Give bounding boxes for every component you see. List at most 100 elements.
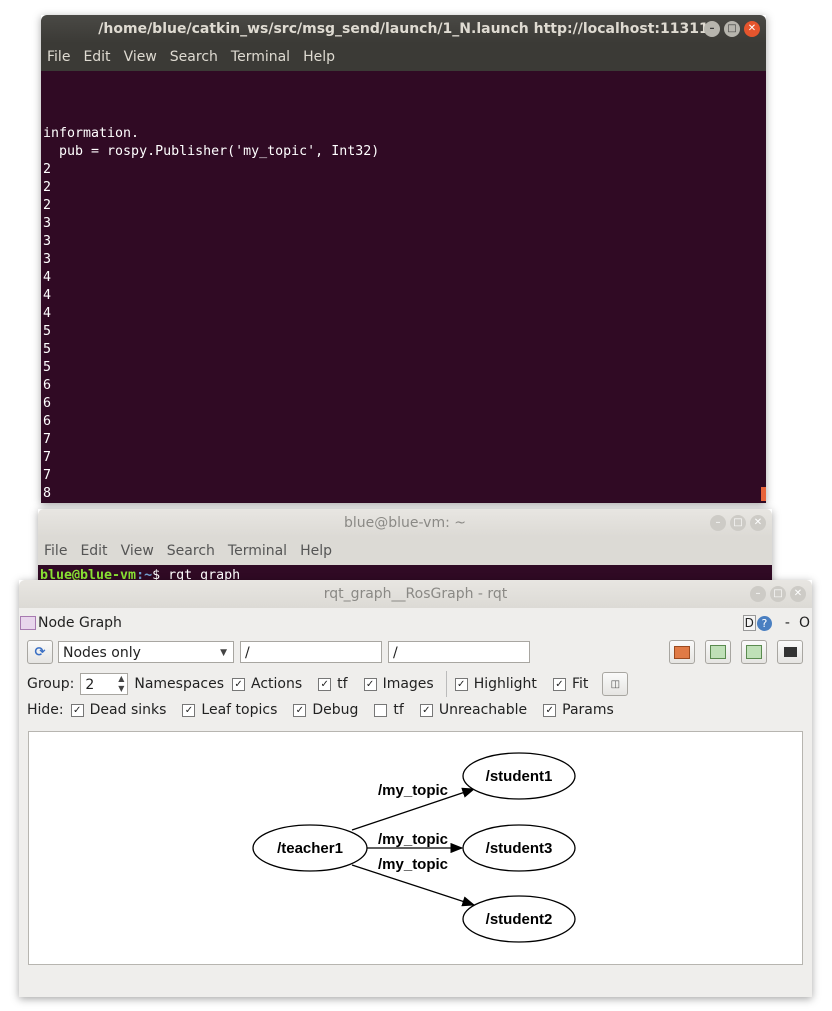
fit-view-button[interactable]: ◫ (602, 672, 629, 696)
terminal2-titlebar[interactable]: blue@blue-vm: ~ – □ ✕ (38, 509, 772, 537)
ros-graph: /my_topic /my_topic /my_topic /teacher1 … (252, 752, 576, 943)
tf-checkbox[interactable]: ✓ (318, 677, 332, 691)
debug-label: Debug (312, 702, 359, 718)
menu-terminal[interactable]: Terminal (228, 543, 287, 559)
namespaces-label: Namespaces (134, 676, 225, 692)
close-plugin-button[interactable]: O (799, 615, 810, 631)
terminal-line: pub = rospy.Publisher('my_topic', Int32) (43, 144, 380, 159)
menu-help[interactable]: Help (300, 543, 332, 559)
save-icon (710, 645, 726, 659)
graph-canvas[interactable]: /my_topic /my_topic /my_topic /teacher1 … (28, 731, 803, 965)
images-checkbox[interactable]: ✓ (363, 677, 377, 691)
node-filter-input[interactable]: / (240, 641, 382, 663)
leaf-topics-checkbox[interactable]: ✓ (182, 703, 196, 717)
close-icon[interactable]: ✕ (790, 586, 806, 602)
menu-view[interactable]: View (121, 543, 154, 559)
load-dot-button[interactable] (669, 640, 695, 664)
hide-tf-checkbox[interactable] (374, 703, 388, 717)
rqt-window[interactable]: rqt_graph__RosGraph - rqt – □ ✕ Node Gra… (19, 580, 812, 997)
highlight-checkbox[interactable]: ✓ (454, 677, 468, 691)
dock-button[interactable]: D (742, 615, 756, 631)
chevron-down-icon: ▼ (220, 648, 227, 658)
menu-view[interactable]: View (124, 49, 157, 65)
terminal1-titlebar[interactable]: /home/blue/catkin_ws/src/msg_send/launch… (41, 15, 766, 43)
terminal-line: 8 (43, 486, 52, 501)
terminal2-menubar: File Edit View Search Terminal Help (38, 537, 772, 565)
edge-label: /my_topic (378, 782, 448, 799)
rqt-content: Node Graph D ? - O ⟳ Nodes only ▼ / / Gr… (19, 608, 812, 997)
terminal-line: 6 (43, 396, 52, 411)
unreachable-checkbox[interactable]: ✓ (419, 703, 433, 717)
menu-help[interactable]: Help (303, 49, 335, 65)
menu-search[interactable]: Search (170, 49, 218, 65)
save-dot-button[interactable] (705, 640, 731, 664)
save-icon (746, 645, 762, 659)
terminal-line: 2 (43, 162, 52, 177)
maximize-icon[interactable]: □ (770, 586, 786, 602)
actions-checkbox[interactable]: ✓ (232, 677, 246, 691)
save-svg-button[interactable] (741, 640, 767, 664)
terminal-line: 5 (43, 324, 52, 339)
maximize-icon[interactable]: □ (730, 515, 746, 531)
fit-label: Fit (571, 676, 589, 692)
menu-terminal[interactable]: Terminal (231, 49, 290, 65)
terminal-window-shell[interactable]: blue@blue-vm: ~ – □ ✕ File Edit View Sea… (38, 509, 772, 591)
minimize-plugin-button[interactable]: - (785, 615, 790, 631)
plugin-header: Node Graph D ? - O (19, 613, 812, 633)
fit-icon: ◫ (610, 678, 621, 690)
terminal2-title: blue@blue-vm: ~ (343, 515, 467, 531)
fit-checkbox[interactable]: ✓ (552, 677, 566, 691)
node-label: /student1 (486, 768, 553, 785)
terminal1-output[interactable]: information. pub = rospy.Publisher('my_t… (41, 71, 766, 503)
terminal-line: information. (43, 126, 140, 141)
help-icon[interactable]: ? (756, 615, 772, 631)
menu-search[interactable]: Search (167, 543, 215, 559)
terminal-line: 4 (43, 270, 52, 285)
menu-edit[interactable]: Edit (80, 543, 107, 559)
terminal-line: 4 (43, 288, 52, 303)
terminal-line: 4 (43, 306, 52, 321)
group-value: 2 (85, 677, 95, 693)
terminal-line: 3 (43, 216, 52, 231)
terminal-line: 2 (43, 198, 52, 213)
terminal1-title: /home/blue/catkin_ws/src/msg_send/launch… (98, 21, 709, 37)
leaf-topics-label: Leaf topics (201, 702, 278, 718)
divider (445, 671, 447, 697)
debug-checkbox[interactable]: ✓ (293, 703, 307, 717)
rqt-titlebar[interactable]: rqt_graph__RosGraph - rqt – □ ✕ (19, 580, 812, 608)
minimize-icon[interactable]: – (750, 586, 766, 602)
scrollbar-indicator[interactable] (761, 487, 766, 501)
close-icon[interactable]: ✕ (744, 21, 760, 37)
menu-file[interactable]: File (47, 49, 70, 65)
maximize-icon[interactable]: □ (724, 21, 740, 37)
refresh-button[interactable]: ⟳ (27, 640, 53, 664)
node-label: /teacher1 (277, 840, 343, 857)
minimize-icon[interactable]: – (704, 21, 720, 37)
plugin-title: Node Graph (38, 615, 122, 631)
menu-file[interactable]: File (44, 543, 67, 559)
terminal-line: 2 (43, 180, 52, 195)
menu-edit[interactable]: Edit (83, 49, 110, 65)
save-image-button[interactable] (777, 640, 803, 664)
spin-arrows-icon[interactable]: ▲ ▼ (118, 674, 124, 694)
terminal-window-launch[interactable]: /home/blue/catkin_ws/src/msg_send/launch… (41, 15, 766, 503)
terminal-line: 5 (43, 360, 52, 375)
minimize-icon[interactable]: – (710, 515, 726, 531)
close-icon[interactable]: ✕ (750, 515, 766, 531)
edge-label: /my_topic (378, 831, 448, 848)
params-checkbox[interactable]: ✓ (543, 703, 557, 717)
dead-sinks-checkbox[interactable]: ✓ (70, 703, 84, 717)
folder-icon (674, 645, 690, 659)
node-label: /student3 (486, 840, 553, 857)
refresh-icon: ⟳ (34, 644, 46, 660)
actions-label: Actions (251, 676, 303, 692)
unreachable-label: Unreachable (438, 702, 528, 718)
terminal-line: 3 (43, 234, 52, 249)
tf-label: tf (337, 676, 348, 692)
group-spinbox[interactable]: 2 ▲ ▼ (80, 673, 129, 695)
topic-filter-input[interactable]: / (388, 641, 530, 663)
mode-select[interactable]: Nodes only ▼ (58, 641, 234, 663)
toolbar-row: ⟳ Nodes only ▼ / / (27, 640, 803, 664)
terminal-line: 7 (43, 468, 52, 483)
terminal-line: 7 (43, 432, 52, 447)
